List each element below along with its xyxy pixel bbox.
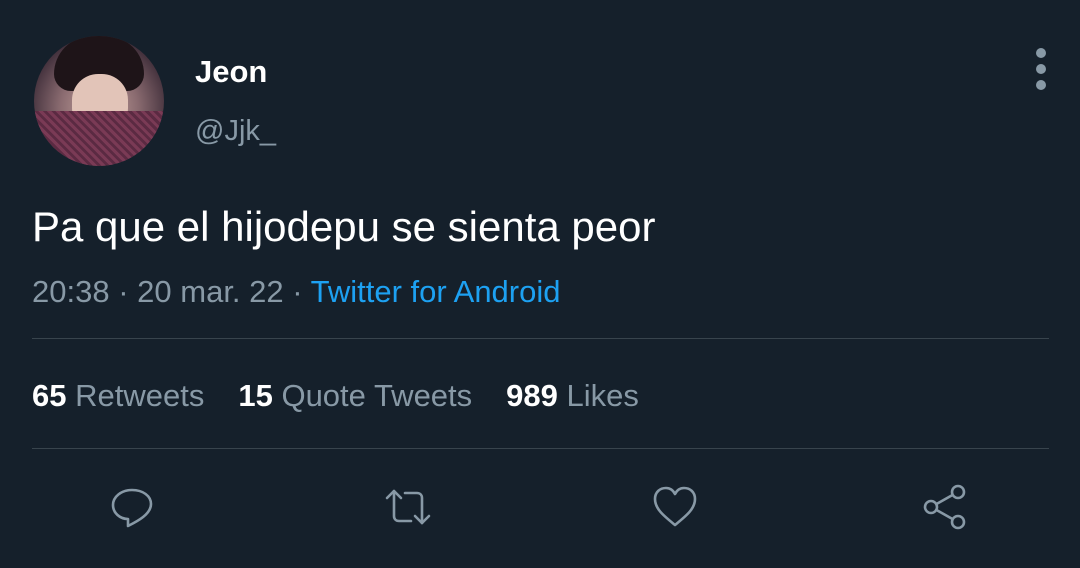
divider [32,338,1049,339]
meta-separator: · [118,274,129,309]
tweet-text: Pa que el hijodepu se sienta peor [32,203,656,250]
divider [32,448,1049,449]
like-icon [653,486,697,527]
more-dot [1036,80,1046,90]
reply-icon [111,488,153,528]
avatar-sweater [34,111,164,166]
reply-button[interactable] [107,482,157,532]
author-name[interactable]: Jeon [195,52,267,92]
retweets-label: Retweets [75,378,205,413]
avatar[interactable] [34,36,164,166]
author-handle[interactable]: @Jjk_ [195,112,276,150]
quote-tweets-stat[interactable]: 15 Quote Tweets [238,376,472,416]
likes-label: Likes [566,378,639,413]
more-options-icon[interactable] [1026,48,1056,90]
tweet-source-link[interactable]: Twitter for Android [311,274,561,309]
retweet-button[interactable] [383,482,433,532]
meta-separator: · [292,274,303,309]
tweet-date: 20 mar. 22 [137,274,284,309]
share-button[interactable] [920,482,970,532]
tweet-stats: 65 Retweets 15 Quote Tweets 989 Likes [32,376,673,416]
likes-stat[interactable]: 989 Likes [506,376,639,416]
quote-tweets-label: Quote Tweets [281,378,473,413]
tweet-time: 20:38 [32,274,110,309]
tweet-detail: Jeon @Jjk_ Pa que el hijodepu se sienta … [0,0,1080,568]
more-dot [1036,64,1046,74]
retweet-icon [385,489,431,525]
like-button[interactable] [650,482,700,532]
quote-tweets-count: 15 [238,378,273,413]
retweets-count: 65 [32,378,67,413]
share-icon [923,484,966,530]
likes-count: 989 [506,378,558,413]
more-dot [1036,48,1046,58]
retweets-stat[interactable]: 65 Retweets [32,376,204,416]
tweet-meta: 20:38 · 20 mar. 22 · Twitter for Android [32,272,561,312]
